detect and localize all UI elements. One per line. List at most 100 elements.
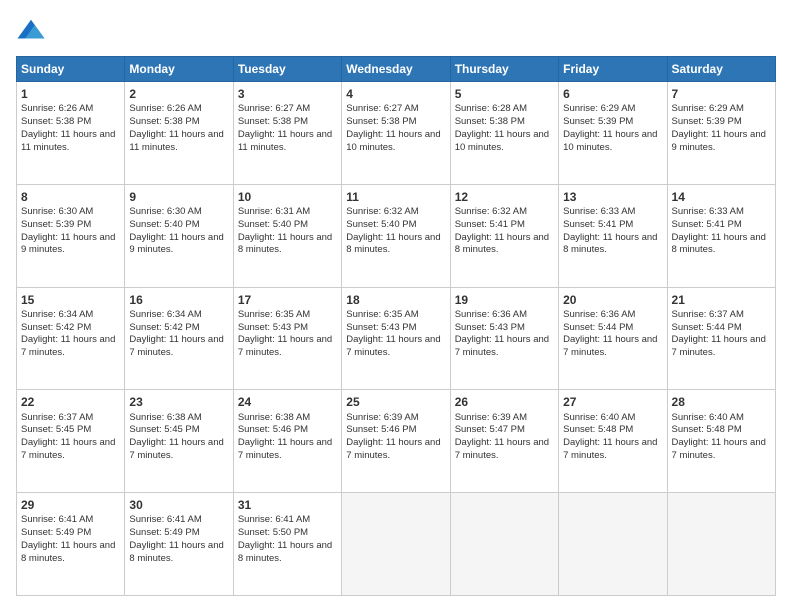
weekday-header-cell: Thursday xyxy=(450,57,558,82)
day-info: Sunrise: 6:40 AMSunset: 5:48 PMDaylight:… xyxy=(563,412,662,463)
day-info: Sunrise: 6:38 AMSunset: 5:45 PMDaylight:… xyxy=(129,412,228,463)
calendar-table: SundayMondayTuesdayWednesdayThursdayFrid… xyxy=(16,56,776,596)
day-info: Sunrise: 6:31 AMSunset: 5:40 PMDaylight:… xyxy=(238,206,337,257)
day-number: 3 xyxy=(238,86,337,102)
day-number: 30 xyxy=(129,497,228,513)
calendar-day-cell xyxy=(667,493,775,596)
day-info: Sunrise: 6:36 AMSunset: 5:43 PMDaylight:… xyxy=(455,309,554,360)
calendar-day-cell: 27 Sunrise: 6:40 AMSunset: 5:48 PMDayligh… xyxy=(559,390,667,493)
page: SundayMondayTuesdayWednesdayThursdayFrid… xyxy=(0,0,792,612)
calendar-week-row: 29 Sunrise: 6:41 AMSunset: 5:49 PMDayligh… xyxy=(17,493,776,596)
calendar-day-cell: 26 Sunrise: 6:39 AMSunset: 5:47 PMDayligh… xyxy=(450,390,558,493)
day-number: 24 xyxy=(238,394,337,410)
calendar-day-cell: 29Sunrise: 6:41 AMSunset: 5:49 PMDayligh… xyxy=(17,493,125,596)
calendar-week-row: 22 Sunrise: 6:37 AMSunset: 5:45 PMDayligh… xyxy=(17,390,776,493)
calendar-day-cell: 4Sunrise: 6:27 AMSunset: 5:38 PMDaylight… xyxy=(342,82,450,185)
day-number: 28 xyxy=(672,394,771,410)
day-info: Sunrise: 6:28 AMSunset: 5:38 PMDaylight:… xyxy=(455,103,554,154)
day-number: 12 xyxy=(455,189,554,205)
calendar-week-row: 1Sunrise: 6:26 AMSunset: 5:38 PMDaylight… xyxy=(17,82,776,185)
calendar-header-row: SundayMondayTuesdayWednesdayThursdayFrid… xyxy=(17,57,776,82)
day-number: 22 xyxy=(21,394,120,410)
calendar-day-cell: 5Sunrise: 6:28 AMSunset: 5:38 PMDaylight… xyxy=(450,82,558,185)
calendar-day-cell: 19Sunrise: 6:36 AMSunset: 5:43 PMDayligh… xyxy=(450,287,558,390)
logo xyxy=(16,16,52,46)
weekday-header-cell: Tuesday xyxy=(233,57,341,82)
calendar-day-cell: 15Sunrise: 6:34 AMSunset: 5:42 PMDayligh… xyxy=(17,287,125,390)
day-info: Sunrise: 6:35 AMSunset: 5:43 PMDaylight:… xyxy=(238,309,337,360)
day-info: Sunrise: 6:32 AMSunset: 5:40 PMDaylight:… xyxy=(346,206,445,257)
calendar-day-cell: 7Sunrise: 6:29 AMSunset: 5:39 PMDaylight… xyxy=(667,82,775,185)
calendar-day-cell: 3Sunrise: 6:27 AMSunset: 5:38 PMDaylight… xyxy=(233,82,341,185)
day-info: Sunrise: 6:37 AMSunset: 5:45 PMDaylight:… xyxy=(21,412,120,463)
day-info: Sunrise: 6:32 AMSunset: 5:41 PMDaylight:… xyxy=(455,206,554,257)
day-number: 6 xyxy=(563,86,662,102)
day-info: Sunrise: 6:34 AMSunset: 5:42 PMDaylight:… xyxy=(21,309,120,360)
day-info: Sunrise: 6:26 AMSunset: 5:38 PMDaylight:… xyxy=(129,103,228,154)
day-number: 13 xyxy=(563,189,662,205)
calendar-day-cell: 21Sunrise: 6:37 AMSunset: 5:44 PMDayligh… xyxy=(667,287,775,390)
day-number: 9 xyxy=(129,189,228,205)
day-info: Sunrise: 6:29 AMSunset: 5:39 PMDaylight:… xyxy=(563,103,662,154)
day-info: Sunrise: 6:26 AMSunset: 5:38 PMDaylight:… xyxy=(21,103,120,154)
calendar-week-row: 15Sunrise: 6:34 AMSunset: 5:42 PMDayligh… xyxy=(17,287,776,390)
day-info: Sunrise: 6:34 AMSunset: 5:42 PMDaylight:… xyxy=(129,309,228,360)
day-info: Sunrise: 6:29 AMSunset: 5:39 PMDaylight:… xyxy=(672,103,771,154)
calendar-day-cell: 12Sunrise: 6:32 AMSunset: 5:41 PMDayligh… xyxy=(450,184,558,287)
day-number: 11 xyxy=(346,189,445,205)
calendar-day-cell: 31Sunrise: 6:41 AMSunset: 5:50 PMDayligh… xyxy=(233,493,341,596)
calendar-day-cell: 24Sunrise: 6:38 AMSunset: 5:46 PMDayligh… xyxy=(233,390,341,493)
day-info: Sunrise: 6:41 AMSunset: 5:50 PMDaylight:… xyxy=(238,514,337,565)
calendar-day-cell: 18Sunrise: 6:35 AMSunset: 5:43 PMDayligh… xyxy=(342,287,450,390)
calendar-day-cell: 16Sunrise: 6:34 AMSunset: 5:42 PMDayligh… xyxy=(125,287,233,390)
day-info: Sunrise: 6:39 AMSunset: 5:47 PMDaylight:… xyxy=(455,412,554,463)
day-number: 29 xyxy=(21,497,120,513)
day-info: Sunrise: 6:35 AMSunset: 5:43 PMDaylight:… xyxy=(346,309,445,360)
day-info: Sunrise: 6:40 AMSunset: 5:48 PMDaylight:… xyxy=(672,412,771,463)
day-info: Sunrise: 6:27 AMSunset: 5:38 PMDaylight:… xyxy=(346,103,445,154)
calendar-week-row: 8Sunrise: 6:30 AMSunset: 5:39 PMDaylight… xyxy=(17,184,776,287)
calendar-day-cell: 6Sunrise: 6:29 AMSunset: 5:39 PMDaylight… xyxy=(559,82,667,185)
day-number: 27 xyxy=(563,394,662,410)
day-info: Sunrise: 6:39 AMSunset: 5:46 PMDaylight:… xyxy=(346,412,445,463)
day-number: 15 xyxy=(21,292,120,308)
day-info: Sunrise: 6:27 AMSunset: 5:38 PMDaylight:… xyxy=(238,103,337,154)
day-number: 21 xyxy=(672,292,771,308)
day-number: 18 xyxy=(346,292,445,308)
day-number: 10 xyxy=(238,189,337,205)
day-number: 19 xyxy=(455,292,554,308)
day-info: Sunrise: 6:30 AMSunset: 5:40 PMDaylight:… xyxy=(129,206,228,257)
calendar-day-cell: 1Sunrise: 6:26 AMSunset: 5:38 PMDaylight… xyxy=(17,82,125,185)
day-number: 17 xyxy=(238,292,337,308)
calendar-day-cell xyxy=(559,493,667,596)
day-number: 7 xyxy=(672,86,771,102)
calendar-day-cell: 10Sunrise: 6:31 AMSunset: 5:40 PMDayligh… xyxy=(233,184,341,287)
weekday-header-cell: Friday xyxy=(559,57,667,82)
day-info: Sunrise: 6:41 AMSunset: 5:49 PMDaylight:… xyxy=(129,514,228,565)
calendar-day-cell: 30Sunrise: 6:41 AMSunset: 5:49 PMDayligh… xyxy=(125,493,233,596)
day-number: 26 xyxy=(455,394,554,410)
logo-icon xyxy=(16,16,46,46)
day-number: 5 xyxy=(455,86,554,102)
calendar-day-cell xyxy=(342,493,450,596)
day-info: Sunrise: 6:37 AMSunset: 5:44 PMDaylight:… xyxy=(672,309,771,360)
calendar-day-cell: 14Sunrise: 6:33 AMSunset: 5:41 PMDayligh… xyxy=(667,184,775,287)
weekday-header-cell: Wednesday xyxy=(342,57,450,82)
day-number: 16 xyxy=(129,292,228,308)
day-number: 8 xyxy=(21,189,120,205)
calendar-body: 1Sunrise: 6:26 AMSunset: 5:38 PMDaylight… xyxy=(17,82,776,596)
weekday-header-cell: Sunday xyxy=(17,57,125,82)
header xyxy=(16,16,776,46)
calendar-day-cell: 11Sunrise: 6:32 AMSunset: 5:40 PMDayligh… xyxy=(342,184,450,287)
calendar-day-cell: 25Sunrise: 6:39 AMSunset: 5:46 PMDayligh… xyxy=(342,390,450,493)
calendar-day-cell xyxy=(450,493,558,596)
calendar-day-cell: 17Sunrise: 6:35 AMSunset: 5:43 PMDayligh… xyxy=(233,287,341,390)
calendar-day-cell: 23 Sunrise: 6:38 AMSunset: 5:45 PMDayligh… xyxy=(125,390,233,493)
weekday-header-cell: Saturday xyxy=(667,57,775,82)
calendar-day-cell: 13Sunrise: 6:33 AMSunset: 5:41 PMDayligh… xyxy=(559,184,667,287)
day-number: 2 xyxy=(129,86,228,102)
day-info: Sunrise: 6:30 AMSunset: 5:39 PMDaylight:… xyxy=(21,206,120,257)
day-number: 23 xyxy=(129,394,228,410)
calendar-day-cell: 8Sunrise: 6:30 AMSunset: 5:39 PMDaylight… xyxy=(17,184,125,287)
day-number: 31 xyxy=(238,497,337,513)
